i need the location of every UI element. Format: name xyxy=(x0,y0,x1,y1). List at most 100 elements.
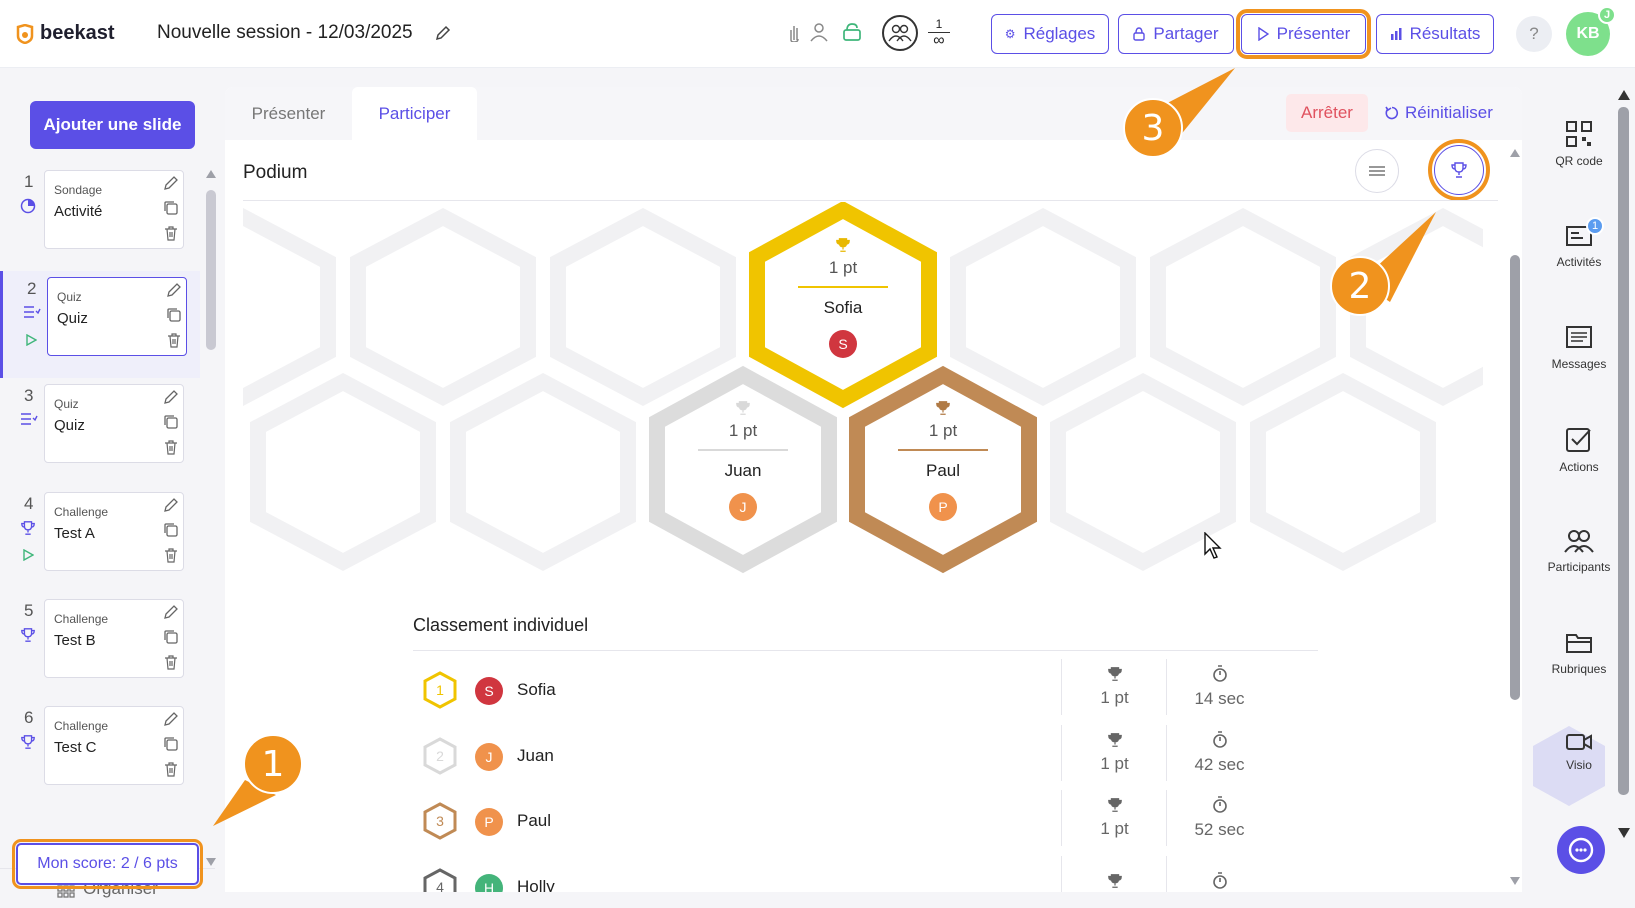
settings-button[interactable]: ⚙ Réglages xyxy=(991,14,1109,54)
view-tabs: Présenter Participer Arrêter Réinitialis… xyxy=(225,87,1522,140)
rank-points-col: 1 pt xyxy=(1061,659,1167,715)
slide-card[interactable]: Challenge Test A xyxy=(44,492,184,571)
trash-icon[interactable] xyxy=(167,332,181,348)
edit-icon[interactable] xyxy=(163,389,179,405)
rubriques-button[interactable]: Rubriques xyxy=(1534,630,1624,676)
slide-actions xyxy=(163,389,179,455)
trophy-icon xyxy=(1107,798,1122,812)
slide-name: Test B xyxy=(54,632,96,649)
trash-icon[interactable] xyxy=(164,225,178,241)
slide-item[interactable]: 6 Challenge Test C xyxy=(0,700,200,807)
settings-button-label: Réglages xyxy=(1023,24,1096,43)
play-icon[interactable] xyxy=(25,333,38,351)
rank-name: Holly xyxy=(517,877,555,892)
duplicate-icon[interactable] xyxy=(163,629,179,645)
slide-actions xyxy=(163,711,179,777)
slide-number: 2 xyxy=(27,279,37,298)
slide-number: 3 xyxy=(24,386,34,405)
duplicate-icon[interactable] xyxy=(163,414,179,430)
tab-present[interactable]: Présenter xyxy=(225,87,352,140)
rank-hexagon: 3 xyxy=(423,802,457,840)
slide-type: Challenge xyxy=(54,719,109,733)
lock-icon xyxy=(1133,27,1146,41)
list-view-button[interactable] xyxy=(1355,149,1399,193)
trash-icon[interactable] xyxy=(164,547,178,563)
main-scroll-thumb[interactable] xyxy=(1510,255,1520,700)
help-button[interactable]: ? xyxy=(1516,16,1552,52)
qr-code-button[interactable]: QR code xyxy=(1534,120,1624,168)
slide-item[interactable]: 4 Challenge Test A xyxy=(0,486,200,593)
logo-text: beekast xyxy=(40,22,115,44)
session-title[interactable]: Nouvelle session - 12/03/2025 xyxy=(157,22,413,44)
ranking-divider xyxy=(413,650,1318,651)
quiz-list-icon xyxy=(20,412,38,431)
tab-participate[interactable]: Participer xyxy=(352,87,477,140)
slide-item[interactable]: 1 Sondage Activité xyxy=(0,164,200,271)
rank-time-col: 14 sec xyxy=(1166,659,1272,715)
reset-button[interactable]: Réinitialiser xyxy=(1385,94,1522,132)
edit-icon[interactable] xyxy=(163,497,179,513)
edit-icon[interactable] xyxy=(163,604,179,620)
edit-icon[interactable] xyxy=(163,711,179,727)
podium-second: 1 pt Juan J xyxy=(663,400,823,521)
slide-item[interactable]: 5 Challenge Test B xyxy=(0,593,200,700)
participants-count: 1 ∞ xyxy=(928,17,950,49)
slide-card[interactable]: Challenge Test B xyxy=(44,599,184,678)
visio-button-content[interactable]: Visio xyxy=(1534,732,1624,772)
sidebar-scroll-thumb[interactable] xyxy=(206,190,216,350)
slide-item[interactable]: 3 Quiz Quiz xyxy=(0,378,200,485)
participants-icon[interactable] xyxy=(882,15,918,51)
user-avatar[interactable]: KB J xyxy=(1566,6,1616,56)
rank-avatar: S xyxy=(475,677,503,705)
messages-button[interactable]: Messages xyxy=(1534,325,1624,371)
my-score-badge[interactable]: Mon score: 2 / 6 pts xyxy=(12,839,203,889)
user-avatar-initials: KB xyxy=(1576,25,1600,42)
trash-icon[interactable] xyxy=(164,761,178,777)
user-icon[interactable] xyxy=(809,22,829,42)
slide-card[interactable]: Quiz Quiz xyxy=(44,384,184,463)
stop-button[interactable]: Arrêter xyxy=(1286,94,1368,132)
slide-card[interactable]: Quiz Quiz xyxy=(47,277,187,356)
play-icon[interactable] xyxy=(22,548,35,566)
trophy-icon xyxy=(1107,733,1122,747)
raise-hand-icon[interactable] xyxy=(786,22,802,42)
stopwatch-icon xyxy=(1212,665,1227,682)
trash-icon[interactable] xyxy=(164,654,178,670)
rank-avatar: P xyxy=(475,808,503,836)
podium-second-name: Juan xyxy=(724,461,762,480)
slide-card[interactable]: Challenge Test C xyxy=(44,706,184,785)
trophy-icon xyxy=(1107,874,1122,888)
share-button[interactable]: Partager xyxy=(1118,14,1234,54)
trophy-icon xyxy=(836,238,850,252)
user-avatar-badge: J xyxy=(1598,6,1616,24)
present-button[interactable]: Présenter xyxy=(1236,9,1371,59)
slide-number: 6 xyxy=(24,708,34,727)
rank-name: Paul xyxy=(517,811,552,830)
activities-button[interactable]: 1 Activités xyxy=(1534,217,1624,269)
rank-points: 1 pt xyxy=(1100,754,1129,773)
beekast-logo[interactable]: beekast xyxy=(16,22,115,45)
lock-open-icon[interactable] xyxy=(842,22,862,42)
duplicate-icon[interactable] xyxy=(163,522,179,538)
rank-points-col: 1 pt xyxy=(1061,725,1167,781)
participants-button[interactable]: Participants xyxy=(1534,528,1624,574)
podium-view-button[interactable] xyxy=(1428,139,1490,201)
slide-item[interactable]: 2 Quiz Quiz xyxy=(0,271,200,378)
trash-icon[interactable] xyxy=(164,439,178,455)
duplicate-icon[interactable] xyxy=(166,307,182,323)
right-scroll-thumb[interactable] xyxy=(1618,107,1629,795)
podium-third-name: Paul xyxy=(925,461,961,480)
podium-second-points: 1 pt xyxy=(728,421,758,440)
duplicate-icon[interactable] xyxy=(163,200,179,216)
results-button[interactable]: Résultats xyxy=(1376,14,1494,54)
chat-support-button[interactable] xyxy=(1557,826,1605,874)
slide-actions xyxy=(163,175,179,241)
add-slide-button[interactable]: Ajouter une slide xyxy=(30,101,195,149)
actions-button[interactable]: Actions xyxy=(1534,426,1624,474)
edit-icon[interactable] xyxy=(163,175,179,191)
duplicate-icon[interactable] xyxy=(163,736,179,752)
edit-title-icon[interactable] xyxy=(434,24,452,42)
slide-card[interactable]: Sondage Activité xyxy=(44,170,184,249)
edit-icon[interactable] xyxy=(166,282,182,298)
podium-third-avatar: P xyxy=(929,493,957,521)
